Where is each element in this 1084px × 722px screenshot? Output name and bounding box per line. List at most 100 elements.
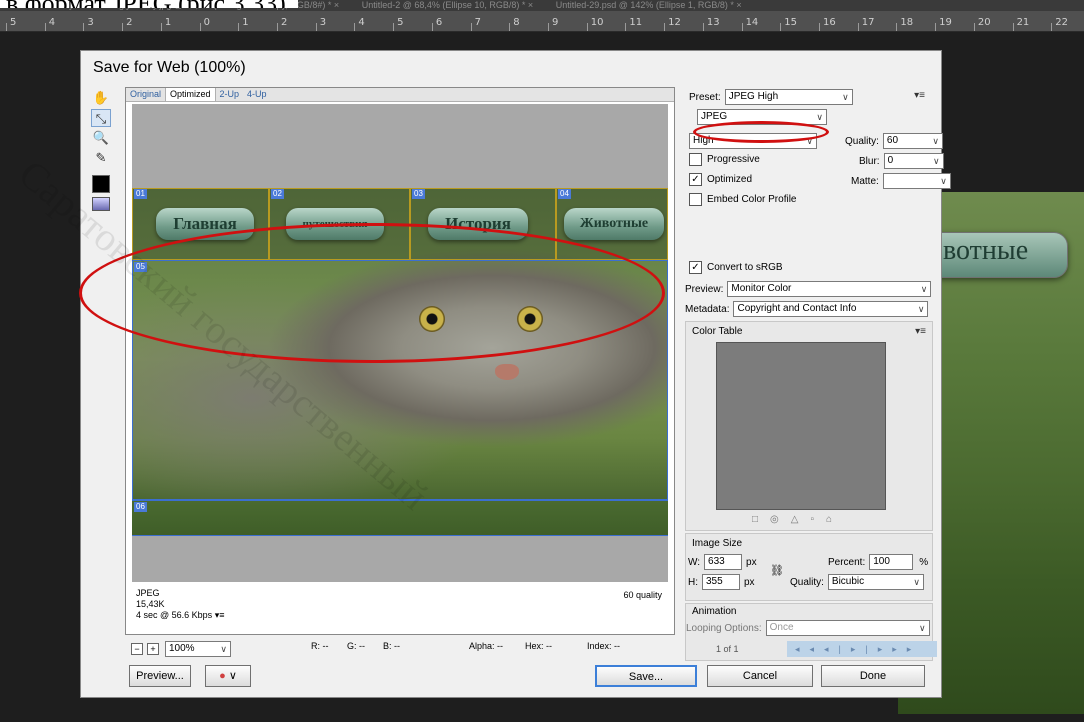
ruler-tick-mark <box>857 23 859 31</box>
tab-4up[interactable]: 4-Up <box>243 88 271 101</box>
ruler-tick-label: 1 <box>242 17 249 28</box>
tab-2up[interactable]: 2-Up <box>216 88 244 101</box>
toggle-slices-icon[interactable] <box>92 197 110 211</box>
slice-select-icon[interactable]: ⤡ <box>91 109 111 127</box>
ruler-tick-label: 3 <box>319 17 327 28</box>
dialog-title: Save for Web (100%) <box>93 59 246 76</box>
ruler-tick-mark <box>83 23 85 31</box>
ruler-tick-mark <box>238 23 240 31</box>
optimized-checkbox[interactable]: ✓ <box>689 173 702 186</box>
chevron-down-icon: ∨ <box>917 304 925 314</box>
ruler-tick-label: 10 <box>590 17 604 28</box>
slice-label: 03 <box>412 189 425 199</box>
height-input[interactable]: 355 <box>702 574 740 590</box>
done-button[interactable]: Done <box>821 665 925 687</box>
preset-select[interactable]: JPEG High ∨ <box>724 89 853 105</box>
ruler-tick-label: 21 <box>1016 17 1030 28</box>
resample-select[interactable]: Bicubic ∨ <box>827 574 924 590</box>
chevron-down-icon: ∨ <box>932 136 939 146</box>
ruler-tick-mark <box>6 23 7 31</box>
ruler-tick-mark <box>935 23 937 31</box>
ruler-tick-label: 22 <box>1055 17 1069 28</box>
eyedropper-icon[interactable]: ✎ <box>91 149 111 167</box>
width-input[interactable]: 633 <box>704 554 743 570</box>
metadata-select[interactable]: Copyright and Contact Info ∨ <box>733 301 929 317</box>
ruler-tick-label: 3 <box>87 17 94 28</box>
chevron-down-icon: ∨ <box>842 92 849 102</box>
ruler-tick-label: 8 <box>513 17 520 28</box>
ruler-tick-mark <box>896 23 898 31</box>
matte-label: Matte: <box>851 175 879 187</box>
color-table-swatches[interactable] <box>716 342 886 510</box>
chevron-down-icon: ∨ <box>913 577 920 587</box>
background-nav-button: вотные <box>928 232 1068 278</box>
color-table-title: Color Table <box>692 326 743 337</box>
chevron-down-icon: ∨ <box>932 156 940 166</box>
ruler-tick-mark <box>277 23 278 31</box>
color-table-tools[interactable]: □◎△▫⌂ <box>752 514 844 525</box>
save-button[interactable]: Save... <box>595 665 697 687</box>
ruler-tick-label: 6 <box>435 17 443 28</box>
ruler-tick-label: 14 <box>745 17 759 28</box>
animation-controls[interactable]: ◂◂◂|▸|▸▸▸ <box>787 641 937 657</box>
ruler-tick-label: 2 <box>126 17 133 28</box>
link-icon[interactable]: ⛓ <box>770 564 784 577</box>
progressive-checkbox[interactable] <box>689 153 702 166</box>
ruler-tick-label: 1 <box>164 17 172 28</box>
preview-select[interactable]: Monitor Color ∨ <box>727 281 932 297</box>
save-for-web-dialog: Save for Web (100%) ✋ ⤡ 🔍 ✎ Original Opti… <box>79 50 951 698</box>
preview-button[interactable]: Preview... <box>129 665 191 687</box>
cancel-button[interactable]: Cancel <box>707 665 813 687</box>
convert-srgb-checkbox[interactable]: ✓ <box>689 261 702 274</box>
zoom-icon[interactable]: 🔍 <box>91 129 111 147</box>
ruler-tick-mark <box>973 23 975 31</box>
ruler-tick-label: 0 <box>203 17 210 28</box>
settings-panel: Preset: JPEG High ∨ ▾≡ JPEG ∨ High ∨ Qualit… <box>685 87 951 661</box>
convert-srgb-label: Convert to sRGB <box>707 262 783 273</box>
frame-counter: 1 of 1 <box>716 644 739 654</box>
readout-r: R: -- <box>311 641 329 651</box>
blur-label: Blur: <box>859 155 880 167</box>
doc-tab[interactable]: Untitled-29.psd @ 142% (Ellipse 1, RGB/8… <box>556 0 742 10</box>
quality-input[interactable]: 60 ∨ <box>882 133 943 149</box>
preview-label: Preview: <box>685 283 724 295</box>
looping-select[interactable]: Once ∨ <box>765 620 930 636</box>
ruler-tick-mark <box>664 23 666 31</box>
ruler-tick-mark <box>122 23 124 31</box>
image-size-title: Image Size <box>692 538 743 549</box>
looping-label: Looping Options: <box>686 622 762 634</box>
doc-tab[interactable]: Untitled-2 @ 68,4% (Ellipse 10, RGB/8) *… <box>362 0 533 10</box>
ruler-tick-label: 15 <box>784 17 798 28</box>
percent-input[interactable]: 100 <box>869 554 914 570</box>
zoom-out-button[interactable]: − <box>131 643 143 655</box>
tab-optimized[interactable]: Optimized <box>165 88 216 101</box>
tab-original[interactable]: Original <box>126 88 165 101</box>
hand-icon[interactable]: ✋ <box>91 89 111 107</box>
ruler-tick-label: 12 <box>668 17 681 28</box>
slice-label: 02 <box>271 189 284 199</box>
readout-alpha: Alpha: -- <box>469 641 504 651</box>
panel-menu-icon[interactable]: ▾≡ <box>914 90 925 101</box>
info-speed[interactable]: 4 sec @ 56.6 Kbps ▾≡ <box>136 610 224 621</box>
chevron-down-icon: ∨ <box>919 623 926 633</box>
optimization-info: JPEG 15,43K 4 sec @ 56.6 Kbps ▾≡ 60 qual… <box>132 584 668 630</box>
zoom-select[interactable]: 100% ∨ <box>165 641 231 657</box>
embed-profile-checkbox[interactable] <box>689 193 702 206</box>
ruler-tick-mark <box>1012 23 1014 31</box>
ruler-tick-mark <box>548 23 549 31</box>
ruler-tick-label: 4 <box>48 17 56 28</box>
panel-menu-icon[interactable]: ▾≡ <box>915 326 926 337</box>
matte-select[interactable]: ∨ <box>882 173 951 189</box>
ruler-tick-label: 18 <box>900 17 914 28</box>
ruler-tick-label: 11 <box>629 17 643 28</box>
eyedropper-color-swatch[interactable] <box>92 175 110 193</box>
horizontal-ruler: 5 4 3 2 1 0 1 2 3 4 5 6 7 8 9 10 11 12 13 14 15 16 17 18 19 20 21 2… <box>0 11 1084 32</box>
embed-profile-label: Embed Color Profile <box>707 194 797 205</box>
percent-label: Percent: <box>828 556 866 568</box>
slice-label: 01 <box>134 189 147 199</box>
blur-input[interactable]: 0 ∨ <box>883 153 944 169</box>
zoom-in-button[interactable]: + <box>147 643 159 655</box>
browser-select[interactable]: ● ∨ <box>205 665 251 687</box>
ruler-tick-mark <box>741 23 743 31</box>
ruler-tick-label: 2 <box>281 17 288 28</box>
